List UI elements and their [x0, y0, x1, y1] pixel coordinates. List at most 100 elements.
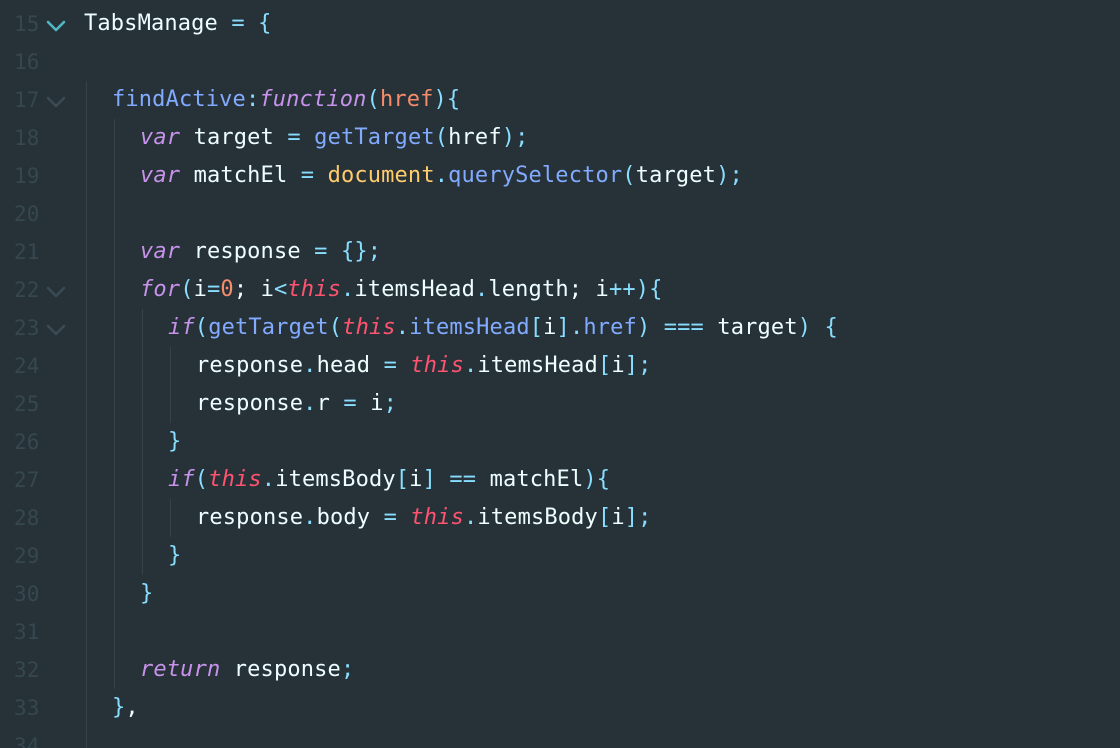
code-token: . [303, 353, 317, 378]
code-line[interactable]: 18 var target = getTarget(href); [0, 119, 1120, 157]
code-token: head [316, 353, 371, 378]
code-line[interactable]: 31 [0, 613, 1120, 651]
line-number: 31 [14, 620, 40, 644]
code-line[interactable]: 19 var matchEl = document.querySelector(t… [0, 157, 1120, 195]
line-number: 27 [14, 468, 40, 492]
code-token: [ [597, 505, 612, 530]
code-token: } [168, 543, 182, 568]
code-token: { [258, 11, 272, 36]
code-token: i [611, 505, 625, 530]
code-token: this [410, 505, 464, 530]
code-token: for [140, 277, 181, 302]
code-line[interactable]: 34 [0, 727, 1120, 748]
code-token: target [703, 315, 798, 340]
code-line[interactable]: 32 return response; [0, 651, 1120, 689]
code-token: ]; [624, 505, 652, 530]
code-line[interactable]: 23 if(getTarget(this.itemsHead[i].href) =… [0, 309, 1120, 347]
code-token: } [140, 581, 154, 606]
code-token: < [274, 277, 288, 302]
code-line[interactable]: 21 var response = {}; [0, 233, 1120, 271]
code-token: body [316, 505, 371, 530]
code-line[interactable]: 22 for(i=0; i<this.itemsHead.length; i++)… [0, 271, 1120, 309]
code-token: i [409, 467, 423, 492]
code-token: . [474, 277, 489, 302]
code-line[interactable]: 30} [0, 575, 1120, 613]
code-line[interactable]: 27 if(this.itemsBody[i] == matchEl){ [0, 461, 1120, 499]
code-token: response [196, 391, 304, 416]
code-token: if [168, 467, 195, 492]
code-token: ( [194, 315, 209, 340]
code-token: . [569, 315, 584, 340]
code-line[interactable]: 24 response.head = this.itemsHead[i]; [0, 347, 1120, 385]
code-token: ; [340, 657, 355, 682]
code-line[interactable]: 29} [0, 537, 1120, 575]
code-text: var target = getTarget(href); [140, 119, 529, 157]
code-text: response.head = this.itemsHead[i]; [196, 347, 652, 385]
code-token: = [207, 277, 221, 302]
code-token: ){ [583, 467, 611, 492]
code-token: ( [194, 467, 209, 492]
code-token: this [410, 353, 464, 378]
code-line[interactable]: 26} [0, 423, 1120, 461]
code-token: getTarget [208, 315, 329, 340]
code-token: . [303, 505, 317, 530]
code-line[interactable]: 17 findActive:function(href){ [0, 81, 1120, 119]
line-number: 32 [14, 658, 40, 682]
code-token: === [663, 315, 704, 340]
code-line[interactable]: 16 [0, 43, 1120, 81]
code-token: r [316, 391, 330, 416]
code-token: this [287, 277, 341, 302]
line-number: 22 [14, 278, 40, 302]
code-line[interactable]: 20 [0, 195, 1120, 233]
line-number: 34 [14, 734, 40, 748]
code-token: i [611, 353, 625, 378]
code-token: . [261, 467, 276, 492]
line-number: 17 [14, 88, 40, 112]
fold-chevron-icon[interactable] [45, 14, 67, 36]
code-token: == [449, 467, 477, 492]
fold-chevron-icon[interactable] [45, 90, 67, 112]
code-token: TabsManage [84, 11, 218, 36]
code-text: if(getTarget(this.itemsHead[i].href) ===… [168, 309, 838, 347]
code-token: ++ [608, 277, 636, 302]
line-number: 28 [14, 506, 40, 530]
fold-chevron-icon[interactable] [45, 280, 67, 302]
code-token: } [168, 429, 182, 454]
line-number: 19 [14, 164, 40, 188]
code-token: if [168, 315, 195, 340]
code-token: function [259, 87, 367, 112]
line-number: 24 [14, 354, 40, 378]
code-editor[interactable]: 15 TabsManage = {16 17 findActive:function(… [0, 0, 1120, 748]
code-token: var [140, 125, 181, 150]
fold-chevron-icon[interactable] [45, 318, 67, 340]
code-token: = [300, 163, 315, 188]
code-text: } [168, 423, 181, 461]
line-number: 33 [14, 696, 40, 720]
line-number: 20 [14, 202, 40, 226]
code-token: ( [328, 315, 343, 340]
code-line[interactable]: 28 response.body = this.itemsBody[i]; [0, 499, 1120, 537]
code-token: ( [366, 87, 380, 112]
line-number: 15 [14, 12, 40, 36]
code-line[interactable]: 33}, [0, 689, 1120, 727]
code-line[interactable]: 15 TabsManage = { [0, 5, 1120, 43]
code-token: findActive [112, 87, 246, 112]
code-token: . [463, 353, 478, 378]
code-token: ]; [624, 353, 652, 378]
code-token: return [140, 657, 221, 682]
code-text: return response; [140, 651, 354, 689]
code-token: ){ [433, 87, 461, 112]
code-token: : [245, 87, 260, 112]
code-token: 0 [220, 277, 234, 302]
code-token: matchEl [180, 163, 301, 188]
code-line[interactable]: 25 response.r = i; [0, 385, 1120, 423]
code-token: itemsBody [477, 505, 598, 530]
code-token: [ [597, 353, 612, 378]
